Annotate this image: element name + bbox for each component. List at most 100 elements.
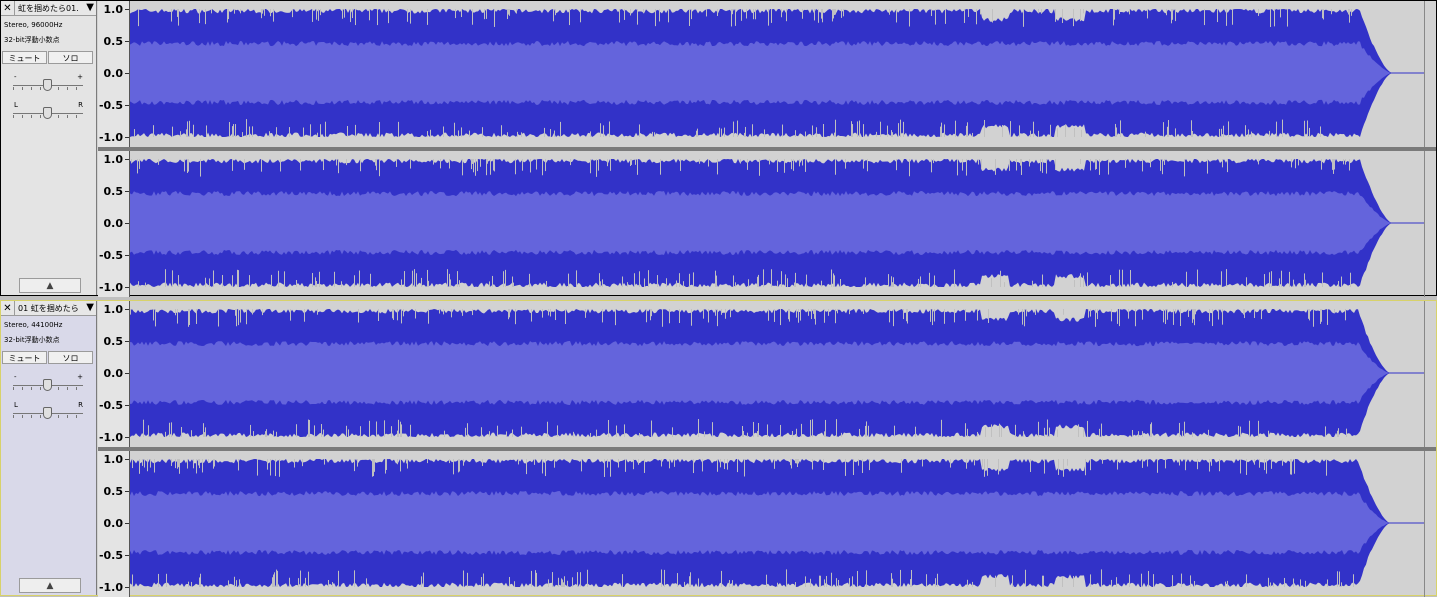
channel-left[interactable]: 1.0 0.5 0.0 -0.5 -1.0 [98, 1, 1436, 147]
waveform-gap [546, 280, 547, 287]
channel-left[interactable]: 1.0 0.5 0.0 -0.5 -1.0 [98, 301, 1436, 447]
track-control-panel[interactable]: ✕ 虹を掴めたら01. ▼ Stereo, 96000Hz 32-bit浮動小数… [1, 1, 97, 295]
mute-button[interactable]: ミュート [2, 51, 47, 64]
waveform-gap [1090, 459, 1091, 471]
waveform-gap [798, 459, 799, 464]
waveform-gap [572, 577, 573, 587]
amplitude-ruler: 1.0 0.5 0.0 -0.5 -1.0 [98, 451, 130, 597]
channel-right[interactable]: 1.0 0.5 0.0 -0.5 -1.0 [98, 151, 1436, 297]
waveform-gap [1290, 459, 1291, 475]
collapse-up-icon[interactable]: ▲ [19, 578, 81, 593]
waveform-gap [625, 459, 626, 472]
waveform-gap [1165, 459, 1166, 469]
waveform-gap [410, 159, 411, 169]
waveform-gap [1212, 309, 1213, 327]
waveform-gap [1090, 159, 1091, 171]
solo-button[interactable]: ソロ [48, 51, 93, 64]
close-icon[interactable]: ✕ [1, 301, 15, 315]
track-name-menu[interactable]: 虹を掴めたら01. ▼ [15, 1, 96, 15]
waveform-gap [1142, 159, 1143, 172]
waveform-gap [193, 459, 194, 469]
waveform-gap [1222, 309, 1223, 325]
gain-slider-thumb[interactable] [43, 79, 52, 91]
pan-slider[interactable]: L R [11, 401, 85, 423]
gain-slider[interactable]: - + [11, 73, 85, 95]
waveform-gap [1055, 9, 1056, 22]
waveform-gap [175, 459, 176, 469]
waveform-gap [139, 159, 140, 169]
waveform-gap [794, 282, 795, 287]
waveform-gap [354, 275, 355, 287]
waveform-gap [547, 421, 548, 437]
waveform-gap [1222, 159, 1223, 168]
pan-slider-thumb[interactable] [43, 407, 52, 419]
waveform-gap [793, 159, 794, 171]
waveform-gap [1276, 121, 1277, 137]
channel-right[interactable]: 1.0 0.5 0.0 -0.5 -1.0 [98, 451, 1436, 597]
waveform-gap [1227, 580, 1228, 587]
waveform-gap [427, 9, 428, 25]
waveform-gap [763, 269, 764, 287]
waveform[interactable] [130, 301, 1436, 447]
waveform-gap [379, 122, 380, 137]
waveform-gap [184, 159, 185, 172]
waveform-gap [941, 419, 942, 437]
waveform-gap [1150, 424, 1151, 437]
waveform-gap [911, 569, 912, 587]
waveform-gap [622, 574, 623, 587]
collapse-up-icon[interactable]: ▲ [19, 278, 81, 293]
waveform[interactable] [130, 1, 1436, 147]
waveform-gap [447, 269, 448, 287]
waveform-gap [982, 459, 983, 467]
waveform[interactable] [130, 451, 1436, 597]
waveform-gap [487, 159, 488, 164]
pan-slider-thumb[interactable] [43, 107, 52, 119]
waveform-gap [954, 309, 955, 319]
waveform-gap [205, 280, 206, 287]
waveform-gap [1153, 574, 1154, 587]
waveform-gap [1334, 309, 1335, 314]
waveform-gap [1080, 9, 1081, 22]
waveform-gap [828, 309, 829, 316]
track-name-menu[interactable]: 01 虹を掴めたら ▼ [15, 301, 96, 315]
waveform-gap [777, 582, 778, 587]
waveform-gap [619, 9, 620, 23]
waveform-gap [798, 309, 799, 323]
audio-track-1[interactable]: ✕ 虹を掴めたら01. ▼ Stereo, 96000Hz 32-bit浮動小数… [0, 0, 1437, 297]
gain-slider-thumb[interactable] [43, 379, 52, 391]
mute-button[interactable]: ミュート [2, 351, 47, 364]
waveform[interactable] [130, 151, 1436, 297]
waveform-gap [1194, 309, 1195, 326]
waveform-gap [1348, 9, 1349, 15]
waveform-gap [1341, 276, 1342, 287]
ruler-tick-label: 0.5 [103, 485, 124, 498]
waveform-gap [458, 130, 459, 137]
pan-slider[interactable]: L R [11, 101, 85, 123]
waveform-gap [891, 276, 892, 287]
waveform-gap [648, 270, 649, 287]
waveform-gap [352, 9, 353, 19]
waveform-gap [1030, 459, 1031, 472]
gain-slider[interactable]: - + [11, 373, 85, 395]
waveform-gap [814, 309, 815, 319]
waveform-gap [1087, 426, 1088, 437]
audio-track-2[interactable]: ✕ 01 虹を掴めたら ▼ Stereo, 44100Hz 32-bit浮動小数… [0, 300, 1437, 597]
solo-button[interactable]: ソロ [48, 351, 93, 364]
track-control-panel[interactable]: ✕ 01 虹を掴めたら ▼ Stereo, 44100Hz 32-bit浮動小数… [1, 301, 97, 595]
close-icon[interactable]: ✕ [1, 1, 15, 15]
waveform-gap [342, 9, 343, 19]
waveform-gap [654, 132, 655, 137]
waveform-gap [1325, 426, 1326, 437]
waveform-gap [599, 273, 600, 287]
waveform-gap [909, 159, 910, 177]
waveform-gap [753, 9, 754, 20]
waveform-gap [262, 9, 263, 14]
waveform-gap [398, 419, 399, 437]
waveform-gap [486, 9, 487, 19]
waveform-gap [1339, 571, 1340, 587]
waveform-gap [320, 9, 321, 16]
waveform-gap [780, 309, 781, 326]
waveform-gap [375, 159, 376, 166]
waveform-gap [1338, 280, 1339, 287]
waveform-gap [180, 131, 181, 137]
